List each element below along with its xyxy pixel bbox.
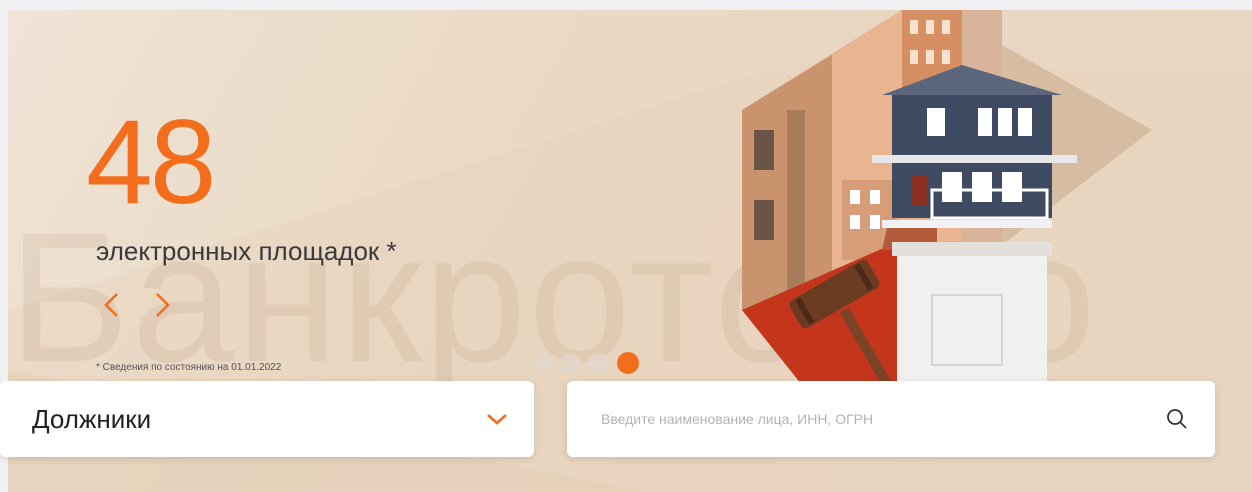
slider-arrows	[96, 290, 178, 320]
slide-dot[interactable]	[589, 353, 609, 373]
search-field	[567, 381, 1215, 457]
stat-footnote: * Сведения по состоянию на 01.01.2022	[96, 362, 282, 373]
category-select[interactable]: Должники	[0, 381, 534, 457]
top-bar	[0, 0, 1252, 10]
chevron-down-icon	[484, 406, 510, 432]
search-icon	[1167, 409, 1187, 429]
stat-number: 48	[86, 95, 216, 229]
house-auction-illustration	[742, 10, 1152, 410]
chevron-right-icon	[156, 293, 170, 317]
chevron-left-icon	[104, 293, 118, 317]
category-select-value: Должники	[32, 403, 152, 434]
slide-dot[interactable]	[561, 353, 581, 373]
search-button[interactable]	[1157, 399, 1197, 439]
prev-slide-button[interactable]	[96, 290, 126, 320]
stat-caption: электронных площадок *	[96, 236, 397, 266]
slide-dot[interactable]	[533, 353, 553, 373]
search-input[interactable]	[599, 410, 1157, 428]
slider-pagination	[533, 352, 639, 374]
next-slide-button[interactable]	[148, 290, 178, 320]
slide-dot-active[interactable]	[617, 352, 639, 374]
